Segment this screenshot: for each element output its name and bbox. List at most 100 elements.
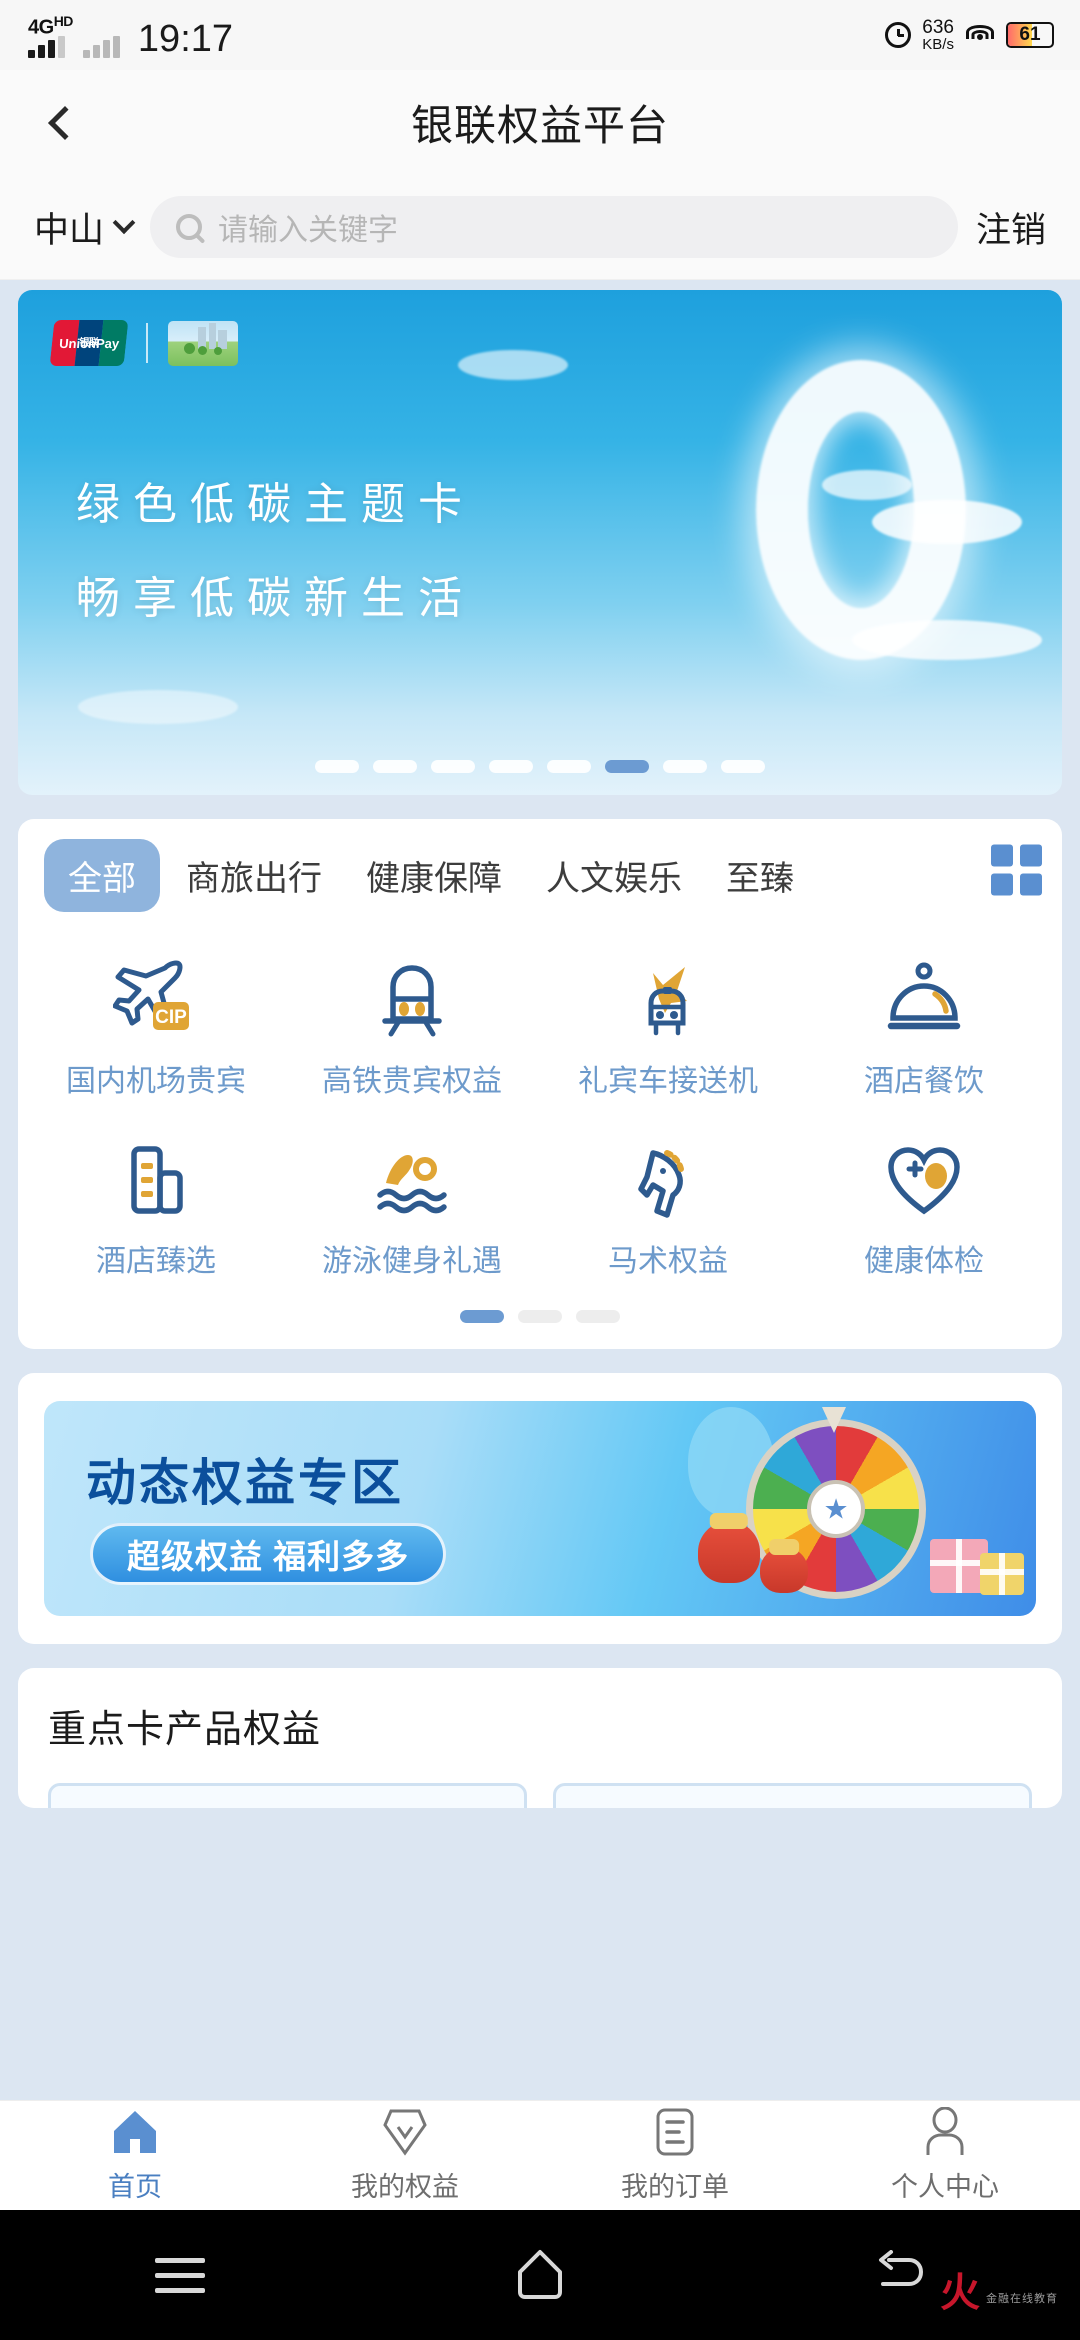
grid-expand-icon[interactable] (981, 840, 1042, 899)
alarm-icon (885, 22, 912, 48)
watermark: 火 金融在线教育 (940, 2273, 1058, 2313)
gift-box-icon (980, 1553, 1024, 1595)
hero-dot[interactable] (373, 760, 417, 773)
benefit-item-airport-vip[interactable]: CIP 国内机场贵宾 (28, 942, 284, 1122)
search-row: 中山 请输入关键字 注销 (0, 175, 1080, 280)
hero-dot[interactable] (721, 760, 765, 773)
section-card-item[interactable] (553, 1783, 1032, 1808)
benefit-item-equestrian[interactable]: 马术权益 (540, 1122, 796, 1302)
unionpay-logo-text: UnionPay (58, 335, 120, 351)
hero-dot-active[interactable] (605, 760, 649, 773)
tab-home[interactable]: 首页 (0, 2101, 270, 2210)
benefit-item-hotel-select[interactable]: 酒店臻选 (28, 1122, 284, 1302)
nav-home-button[interactable] (360, 2246, 720, 2305)
status-bar-clock: 19:17 (137, 18, 234, 61)
promo-card: ★ 动态权益专区 超级权益 福利多多 (18, 1373, 1062, 1644)
search-input[interactable]: 请输入关键字 (150, 196, 958, 258)
money-pouch-icon (760, 1547, 808, 1593)
home-icon (107, 2107, 163, 2157)
wheel-star-icon: ★ (823, 1493, 849, 1525)
benefit-item-swimming-fitness[interactable]: 游泳健身礼遇 (284, 1122, 540, 1302)
section-card-item[interactable] (48, 1783, 527, 1808)
main-scroll-area[interactable]: UnionPay 银联 绿色低碳主题卡 畅享低碳新生活 全部 商旅出行 健康保障… (0, 280, 1080, 2100)
swimming-icon (364, 1136, 460, 1222)
tab-profile[interactable]: 个人中心 (810, 2101, 1080, 2210)
money-pouch-icon (698, 1521, 760, 1583)
grid-page-dots[interactable] (18, 1306, 1062, 1349)
benefit-label: 酒店餐饮 (864, 1065, 984, 1098)
hotel-building-icon (108, 1136, 204, 1222)
nav-recents-button[interactable] (0, 2257, 360, 2293)
tab-my-benefits[interactable]: 我的权益 (270, 2101, 540, 2210)
section-title: 重点卡产品权益 (48, 1709, 322, 1751)
tab-my-orders[interactable]: 我的订单 (540, 2101, 810, 2210)
recents-menu-icon (155, 2257, 205, 2293)
section-card-row (48, 1783, 1032, 1808)
data-rate-indicator: 636 KB/s (922, 18, 954, 52)
watermark-text: 金融在线教育 (986, 2293, 1058, 2305)
benefit-item-train-vip[interactable]: 高铁贵宾权益 (284, 942, 540, 1122)
tab-entertainment[interactable]: 人文娱乐 (528, 839, 700, 912)
tab-business-travel[interactable]: 商旅出行 (168, 839, 340, 912)
benefit-label: 高铁贵宾权益 (322, 1065, 502, 1098)
benefit-label: 马术权益 (608, 1245, 728, 1278)
grid-dot[interactable] (518, 1310, 562, 1323)
data-rate-unit: KB/s (922, 36, 954, 53)
hero-dot[interactable] (315, 760, 359, 773)
key-card-benefits-section: 重点卡产品权益 (18, 1668, 1062, 1808)
city-name-label: 中山 (34, 210, 105, 250)
dynamic-benefits-banner[interactable]: ★ 动态权益专区 超级权益 福利多多 (44, 1401, 1036, 1616)
bottom-tab-bar: 首页 我的权益 我的订单 个人中心 (0, 2100, 1080, 2210)
data-rate-value: 636 (922, 17, 954, 38)
benefit-label: 健康体检 (864, 1245, 984, 1278)
hero-dot[interactable] (431, 760, 475, 773)
category-tabs: 全部 商旅出行 健康保障 人文娱乐 至臻 (18, 819, 1062, 920)
tab-premium[interactable]: 至臻 (708, 839, 812, 912)
benefit-label: 游泳健身礼遇 (322, 1245, 502, 1278)
category-card: 全部 商旅出行 健康保障 人文娱乐 至臻 CIP 国内机场贵宾 高铁贵宾权益 礼… (18, 819, 1062, 1349)
tab-health[interactable]: 健康保障 (348, 839, 520, 912)
logout-button[interactable]: 注销 (976, 202, 1046, 253)
benefit-badge-icon (377, 2107, 433, 2157)
hero-banner[interactable]: UnionPay 银联 绿色低碳主题卡 畅享低碳新生活 (18, 290, 1062, 795)
hero-dot[interactable] (489, 760, 533, 773)
brand-divider (146, 323, 148, 363)
city-selector[interactable]: 中山 (34, 202, 136, 253)
tab-all[interactable]: 全部 (44, 839, 160, 912)
chevron-down-icon (112, 211, 136, 235)
tab-label: 我的权益 (351, 2172, 459, 2202)
grid-dot-active[interactable] (460, 1310, 504, 1323)
network-indicator: 4GHD (28, 12, 73, 59)
wheel-pointer-icon (822, 1407, 846, 1433)
svg-text:CIP: CIP (155, 1007, 187, 1028)
hero-dot[interactable] (547, 760, 591, 773)
status-bar-right: 636 KB/s 61 (885, 0, 1054, 70)
grid-dot[interactable] (576, 1310, 620, 1323)
benefit-label: 国内机场贵宾 (66, 1065, 246, 1098)
benefit-item-hotel-dining[interactable]: 酒店餐饮 (796, 942, 1052, 1122)
cloud-zero-graphic (756, 360, 966, 660)
benefit-item-limo-transfer[interactable]: 礼宾车接送机 (540, 942, 796, 1122)
person-icon (917, 2107, 973, 2157)
promo-pill-button[interactable]: 超级权益 福利多多 (90, 1523, 447, 1585)
benefit-label: 酒店臻选 (96, 1245, 216, 1278)
promo-title: 动态权益专区 (86, 1455, 404, 1511)
network-type-text: 4G (28, 16, 54, 39)
hero-carousel-dots[interactable] (18, 760, 1062, 773)
status-bar: 4GHD 19:17 636 KB/s 61 (0, 0, 1080, 70)
benefit-icon-grid: CIP 国内机场贵宾 高铁贵宾权益 礼宾车接送机 酒店餐饮 酒店臻选 游泳健身礼… (18, 920, 1062, 1306)
hero-headline-1: 绿色低碳主题卡 (76, 480, 475, 529)
back-button[interactable] (36, 94, 94, 152)
hero-brand-row: UnionPay 银联 (49, 320, 238, 366)
green-card-thumbnail (168, 320, 238, 366)
home-nav-icon (512, 2246, 568, 2305)
app-header: 银联权益平台 (0, 70, 1080, 175)
page-title: 银联权益平台 (410, 102, 669, 149)
train-icon (364, 956, 460, 1042)
hero-dot[interactable] (663, 760, 707, 773)
battery-icon: 61 (1006, 22, 1054, 48)
benefit-item-health-checkup[interactable]: 健康体检 (796, 1122, 1052, 1302)
search-icon (176, 214, 203, 240)
android-nav-bar: 火 金融在线教育 (0, 2210, 1080, 2340)
car-airplane-icon (620, 956, 716, 1042)
